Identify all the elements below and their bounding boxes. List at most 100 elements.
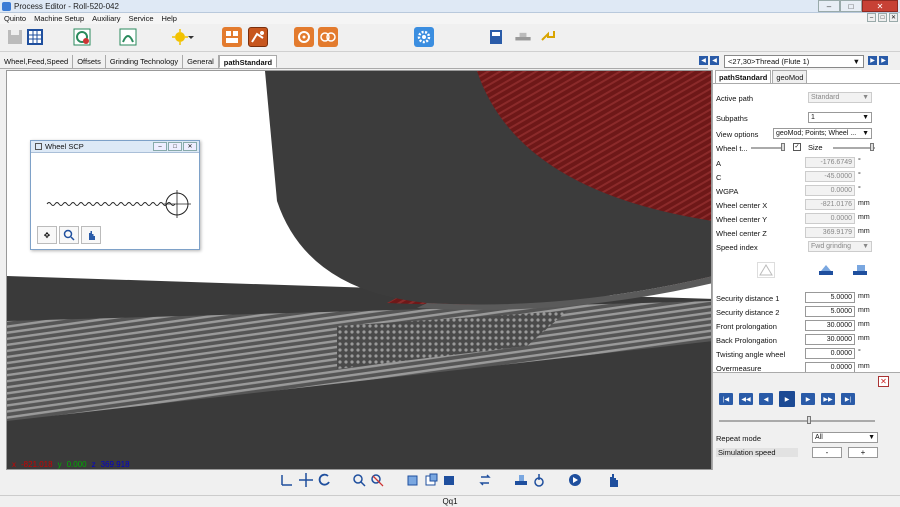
tab-panel-geomod[interactable]: geoMod xyxy=(772,70,808,83)
menu-quinto[interactable]: Quinto xyxy=(0,14,30,23)
settings-gear-icon[interactable] xyxy=(414,27,434,47)
scp-title-bar[interactable]: Wheel SCP – □ ✕ xyxy=(31,141,199,153)
mdi-restore-button[interactable]: □ xyxy=(878,13,887,22)
simulation-panel: ✕ |◀ ◀◀ ◀ ▶ ▶ ▶▶ ▶| Repeat mode All ▼ Si… xyxy=(712,372,900,470)
first-flute-button[interactable]: ◀ xyxy=(699,56,708,65)
size-slider[interactable] xyxy=(833,147,875,149)
close-button[interactable]: ✕ xyxy=(862,0,898,12)
grind-process-icon[interactable] xyxy=(222,27,242,47)
light-dropdown-icon[interactable] xyxy=(186,27,196,47)
speed-index-label: Speed index xyxy=(716,242,758,252)
tool-measure-icon[interactable] xyxy=(530,471,548,489)
field-c-unit: ° xyxy=(858,172,861,179)
3d-viewport[interactable] xyxy=(6,70,712,470)
security-distance-1-input[interactable]: 5.0000 xyxy=(805,292,855,303)
tab-offsets[interactable]: Offsets xyxy=(73,55,106,68)
wheel-checkbox[interactable]: ✓ xyxy=(793,143,801,151)
step-forward-icon[interactable]: ▶ xyxy=(801,393,815,405)
mdi-minimize-button[interactable]: – xyxy=(867,13,876,22)
maximize-button[interactable]: □ xyxy=(840,0,862,12)
pan-view-icon[interactable] xyxy=(297,471,315,489)
view-side-icon[interactable] xyxy=(422,471,440,489)
book-icon[interactable] xyxy=(486,27,506,47)
rotate-view-icon[interactable] xyxy=(315,471,333,489)
simulation-progress-slider[interactable] xyxy=(719,420,875,422)
scp-maximize-button[interactable]: □ xyxy=(168,142,182,151)
wheel-transparency-slider[interactable] xyxy=(751,147,785,149)
security-distance-2-input[interactable]: 5.0000 xyxy=(805,306,855,317)
wheel-profile-icon[interactable] xyxy=(851,262,869,278)
tab-wheel-feed-speed[interactable]: Wheel,Feed,Speed xyxy=(0,55,74,68)
tab-grinding-technology[interactable]: Grinding Technology xyxy=(105,55,184,68)
speed-increase-button[interactable]: + xyxy=(848,447,878,458)
twisting-angle-input[interactable]: 0.0000 xyxy=(805,348,855,359)
wheel-transparency-handle[interactable] xyxy=(781,143,785,151)
zoom-icon[interactable] xyxy=(59,226,79,244)
pan-icon[interactable]: ✥ xyxy=(37,226,57,244)
view-top-icon[interactable] xyxy=(440,471,458,489)
machine-table-icon[interactable] xyxy=(510,27,536,47)
view-options-value: geoMod; Points; Wheel ... xyxy=(776,130,857,137)
repeat-mode-select[interactable]: All ▼ xyxy=(812,432,878,443)
active-path-select[interactable]: Standard ▼ xyxy=(808,92,872,103)
save-icon[interactable] xyxy=(5,27,25,47)
step-back-icon[interactable]: ◀ xyxy=(759,393,773,405)
tab-general[interactable]: General xyxy=(183,55,219,68)
skip-last-icon[interactable]: ▶| xyxy=(841,393,855,405)
wheel-icon[interactable] xyxy=(294,27,314,47)
play-icon[interactable]: ▶ xyxy=(779,391,795,407)
last-flute-button[interactable]: ▶ xyxy=(879,56,888,65)
menu-service[interactable]: Service xyxy=(125,14,158,23)
zoom-view-icon[interactable] xyxy=(350,471,368,489)
window-controls: – □ ✕ xyxy=(818,0,898,12)
active-path-value: Standard xyxy=(811,94,840,101)
path-standard-icon[interactable] xyxy=(248,27,268,47)
fast-forward-icon[interactable]: ▶▶ xyxy=(821,393,835,405)
minimize-button[interactable]: – xyxy=(818,0,840,12)
menu-help[interactable]: Help xyxy=(158,14,181,23)
wheel-path-icon[interactable] xyxy=(817,262,835,278)
prev-flute-button[interactable]: ◀ xyxy=(710,56,719,65)
machine-icon[interactable] xyxy=(72,27,92,47)
scp-minimize-button[interactable]: – xyxy=(153,142,167,151)
menu-machine-setup[interactable]: Machine Setup xyxy=(30,14,88,23)
mdi-close-button[interactable]: ✕ xyxy=(889,13,898,22)
subpaths-select[interactable]: 1 ▼ xyxy=(808,112,872,123)
size-handle[interactable] xyxy=(870,143,874,151)
zoom-reset-icon[interactable] xyxy=(368,471,386,489)
warning-icon[interactable] xyxy=(757,262,775,278)
tab-path-standard[interactable]: pathStandard xyxy=(218,55,278,68)
swap-icon[interactable] xyxy=(476,471,494,489)
coord-z: 369.918 xyxy=(100,460,130,469)
multi-wheel-icon[interactable] xyxy=(318,27,338,47)
speed-decrease-button[interactable]: - xyxy=(812,447,842,458)
thread-select[interactable]: <27,30>Thread (Flute 1) ▼ xyxy=(724,55,864,68)
menu-auxiliary[interactable]: Auxiliary xyxy=(88,14,124,23)
export-icon[interactable] xyxy=(538,27,558,47)
tab-panel-path-standard[interactable]: pathStandard xyxy=(715,70,772,83)
wheel-setup-icon[interactable] xyxy=(118,27,138,47)
hand-icon[interactable] xyxy=(81,226,101,244)
axis-view-icon[interactable] xyxy=(278,471,296,489)
field-wheel-center-x-value: -821.0176 xyxy=(805,199,855,210)
coord-z-label: z xyxy=(91,460,96,469)
view-options-select[interactable]: geoMod; Points; Wheel ... ▼ xyxy=(773,128,872,139)
table-icon[interactable] xyxy=(25,27,45,47)
field-a-unit: ° xyxy=(858,158,861,165)
machine-view-icon[interactable] xyxy=(512,471,530,489)
field-c-label: C xyxy=(716,172,722,182)
skip-first-icon[interactable]: |◀ xyxy=(719,393,733,405)
play-view-icon[interactable] xyxy=(566,471,584,489)
wheel-scp-window[interactable]: Wheel SCP – □ ✕ ✥ xyxy=(30,140,200,250)
fast-rewind-icon[interactable]: ◀◀ xyxy=(739,393,753,405)
hand-view-icon[interactable] xyxy=(604,471,622,489)
simulation-progress-handle[interactable] xyxy=(807,416,811,424)
speed-index-select[interactable]: Fwd grinding ▼ xyxy=(808,241,872,252)
close-simulation-button[interactable]: ✕ xyxy=(878,376,889,387)
view-front-icon[interactable] xyxy=(404,471,422,489)
size-label: Size xyxy=(808,143,823,152)
back-prolongation-input[interactable]: 30.0000 xyxy=(805,334,855,345)
front-prolongation-input[interactable]: 30.0000 xyxy=(805,320,855,331)
next-flute-button[interactable]: ▶ xyxy=(868,56,877,65)
scp-close-button[interactable]: ✕ xyxy=(183,142,197,151)
